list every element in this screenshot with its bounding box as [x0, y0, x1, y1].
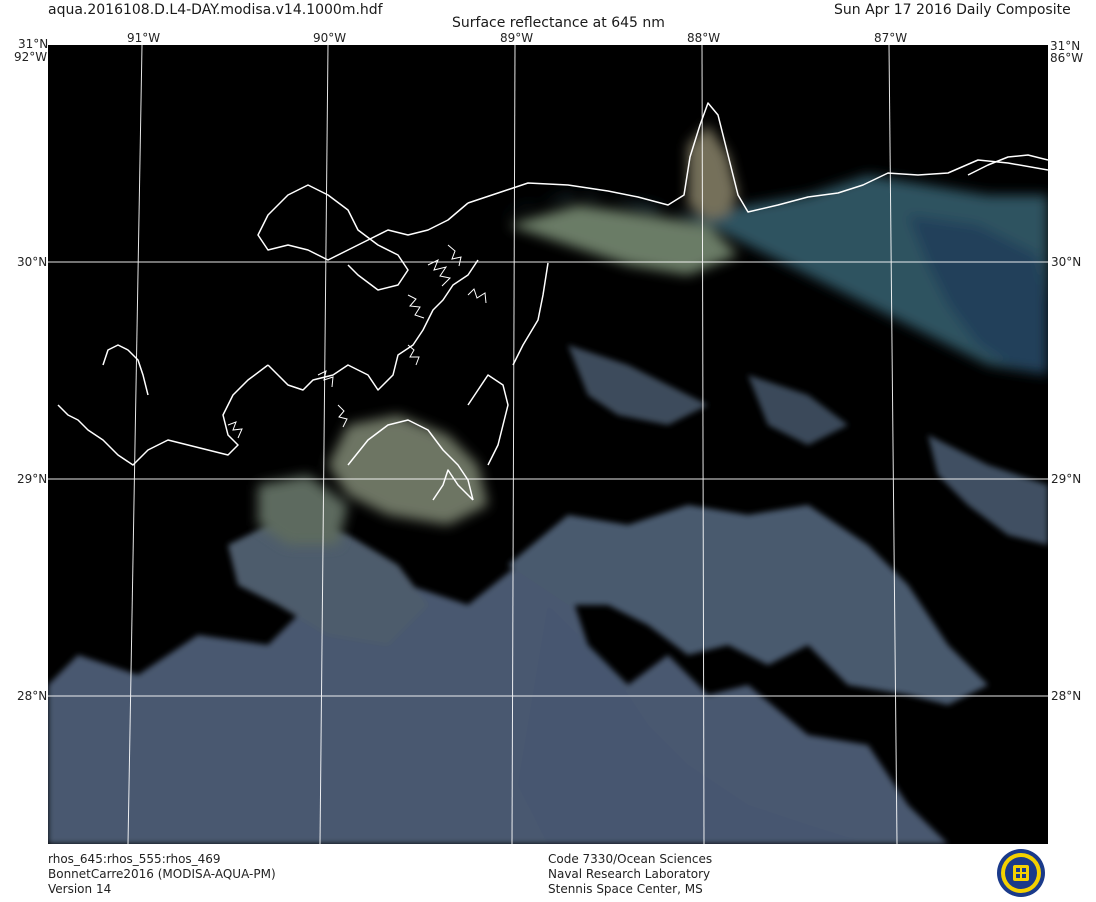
lon-label-89w: 89°W — [500, 31, 534, 45]
footer-bands: rhos_645:rhos_555:rhos_469 — [48, 852, 221, 866]
map-canvas — [48, 45, 1048, 844]
satellite-map[interactable] — [48, 45, 1048, 844]
lat-label-29n-left: 29°N — [17, 472, 48, 486]
corner-label-left-lon: 92°W — [14, 50, 48, 64]
footer-org-name: Naval Research Laboratory — [548, 867, 711, 881]
file-name: aqua.2016108.D.L4-DAY.modisa.v14.1000m.h… — [48, 2, 383, 18]
nrl-seal-icon — [996, 848, 1046, 898]
footer-org-code: Code 7330/Ocean Sciences — [548, 852, 713, 866]
footer-version: Version 14 — [48, 882, 112, 896]
lat-label-28n-right: 28°N — [1051, 689, 1082, 703]
footer-dataset: BonnetCarre2016 (MODISA-AQUA-PM) — [48, 867, 276, 881]
footer-org-location: Stennis Space Center, MS — [548, 882, 703, 896]
lon-label-87w: 87°W — [874, 31, 908, 45]
lat-label-30n-left: 30°N — [17, 255, 48, 269]
lon-label-90w: 90°W — [313, 31, 347, 45]
product-title: Surface reflectance at 645 nm — [452, 15, 665, 31]
lat-label-29n-right: 29°N — [1051, 472, 1082, 486]
corner-label-right-lon: 86°W — [1050, 51, 1084, 65]
lon-label-88w: 88°W — [687, 31, 721, 45]
lon-label-91w: 91°W — [127, 31, 161, 45]
lat-label-30n-right: 30°N — [1051, 255, 1082, 269]
composite-date: Sun Apr 17 2016 Daily Composite — [834, 2, 1071, 18]
lat-label-28n-left: 28°N — [17, 689, 48, 703]
